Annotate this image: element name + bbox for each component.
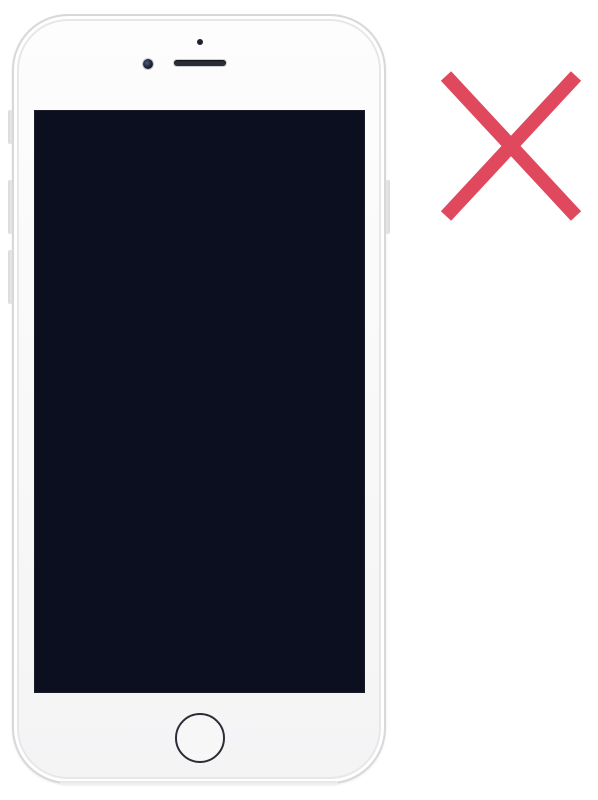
front-camera-icon — [143, 59, 153, 69]
phone-screen — [34, 110, 365, 693]
earpiece-speaker — [174, 60, 226, 66]
home-button[interactable] — [175, 713, 225, 763]
phone-bottom-edge — [60, 781, 338, 786]
illustration-canvas — [0, 0, 598, 800]
proximity-sensor — [197, 39, 203, 45]
cross-icon — [440, 71, 582, 221]
